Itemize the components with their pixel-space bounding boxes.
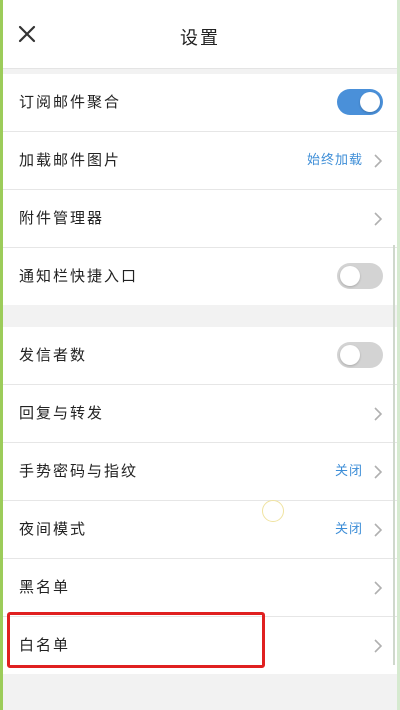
chevron-right-icon — [374, 581, 383, 595]
row-label: 回复与转发 — [19, 404, 105, 422]
header: 设置 — [3, 0, 397, 69]
settings-group-1: 订阅邮件聚合 加载邮件图片 始终加载 附件管理器 通知栏快捷入口 — [3, 74, 397, 305]
scrollbar[interactable] — [393, 245, 395, 665]
row-label: 通知栏快捷入口 — [19, 267, 139, 285]
toggle-knob — [340, 345, 360, 365]
touch-indicator — [262, 500, 284, 522]
row-label: 发信者数 — [19, 346, 88, 364]
row-value: 关闭 — [334, 522, 363, 537]
chevron-right-icon — [374, 465, 383, 479]
row-value: 始终加载 — [306, 153, 363, 168]
chevron-right-icon — [374, 154, 383, 168]
row-sender-count[interactable]: 发信者数 — [3, 327, 397, 385]
row-value: 关闭 — [334, 464, 363, 479]
row-gesture-password[interactable]: 手势密码与指纹 关闭 — [3, 443, 397, 501]
row-reply-forward[interactable]: 回复与转发 — [3, 385, 397, 443]
row-load-images[interactable]: 加载邮件图片 始终加载 — [3, 132, 397, 190]
row-label: 夜间模式 — [19, 520, 88, 538]
row-whitelist[interactable]: 白名单 — [3, 617, 397, 674]
chevron-right-icon — [374, 523, 383, 537]
row-label: 订阅邮件聚合 — [19, 93, 122, 111]
row-label: 加载邮件图片 — [19, 151, 122, 169]
subscription-aggregation-toggle[interactable] — [337, 89, 383, 115]
page-title: 设置 — [180, 28, 220, 49]
row-label: 黑名单 — [19, 578, 71, 596]
notification-shortcut-toggle[interactable] — [337, 263, 383, 289]
row-subscription-aggregation[interactable]: 订阅邮件聚合 — [3, 74, 397, 132]
settings-group-2: 发信者数 回复与转发 手势密码与指纹 关闭 夜间模式 关闭 黑名单 白名单 — [3, 327, 397, 674]
toggle-knob — [360, 92, 380, 112]
row-notification-shortcut[interactable]: 通知栏快捷入口 — [3, 248, 397, 305]
chevron-right-icon — [374, 212, 383, 226]
row-night-mode[interactable]: 夜间模式 关闭 — [3, 501, 397, 559]
row-label: 附件管理器 — [19, 209, 105, 227]
row-label: 白名单 — [19, 636, 71, 654]
sender-count-toggle[interactable] — [337, 342, 383, 368]
row-attachment-manager[interactable]: 附件管理器 — [3, 190, 397, 248]
row-blacklist[interactable]: 黑名单 — [3, 559, 397, 617]
chevron-right-icon — [374, 639, 383, 653]
row-label: 手势密码与指纹 — [19, 462, 139, 480]
toggle-knob — [340, 266, 360, 286]
chevron-right-icon — [374, 407, 383, 421]
